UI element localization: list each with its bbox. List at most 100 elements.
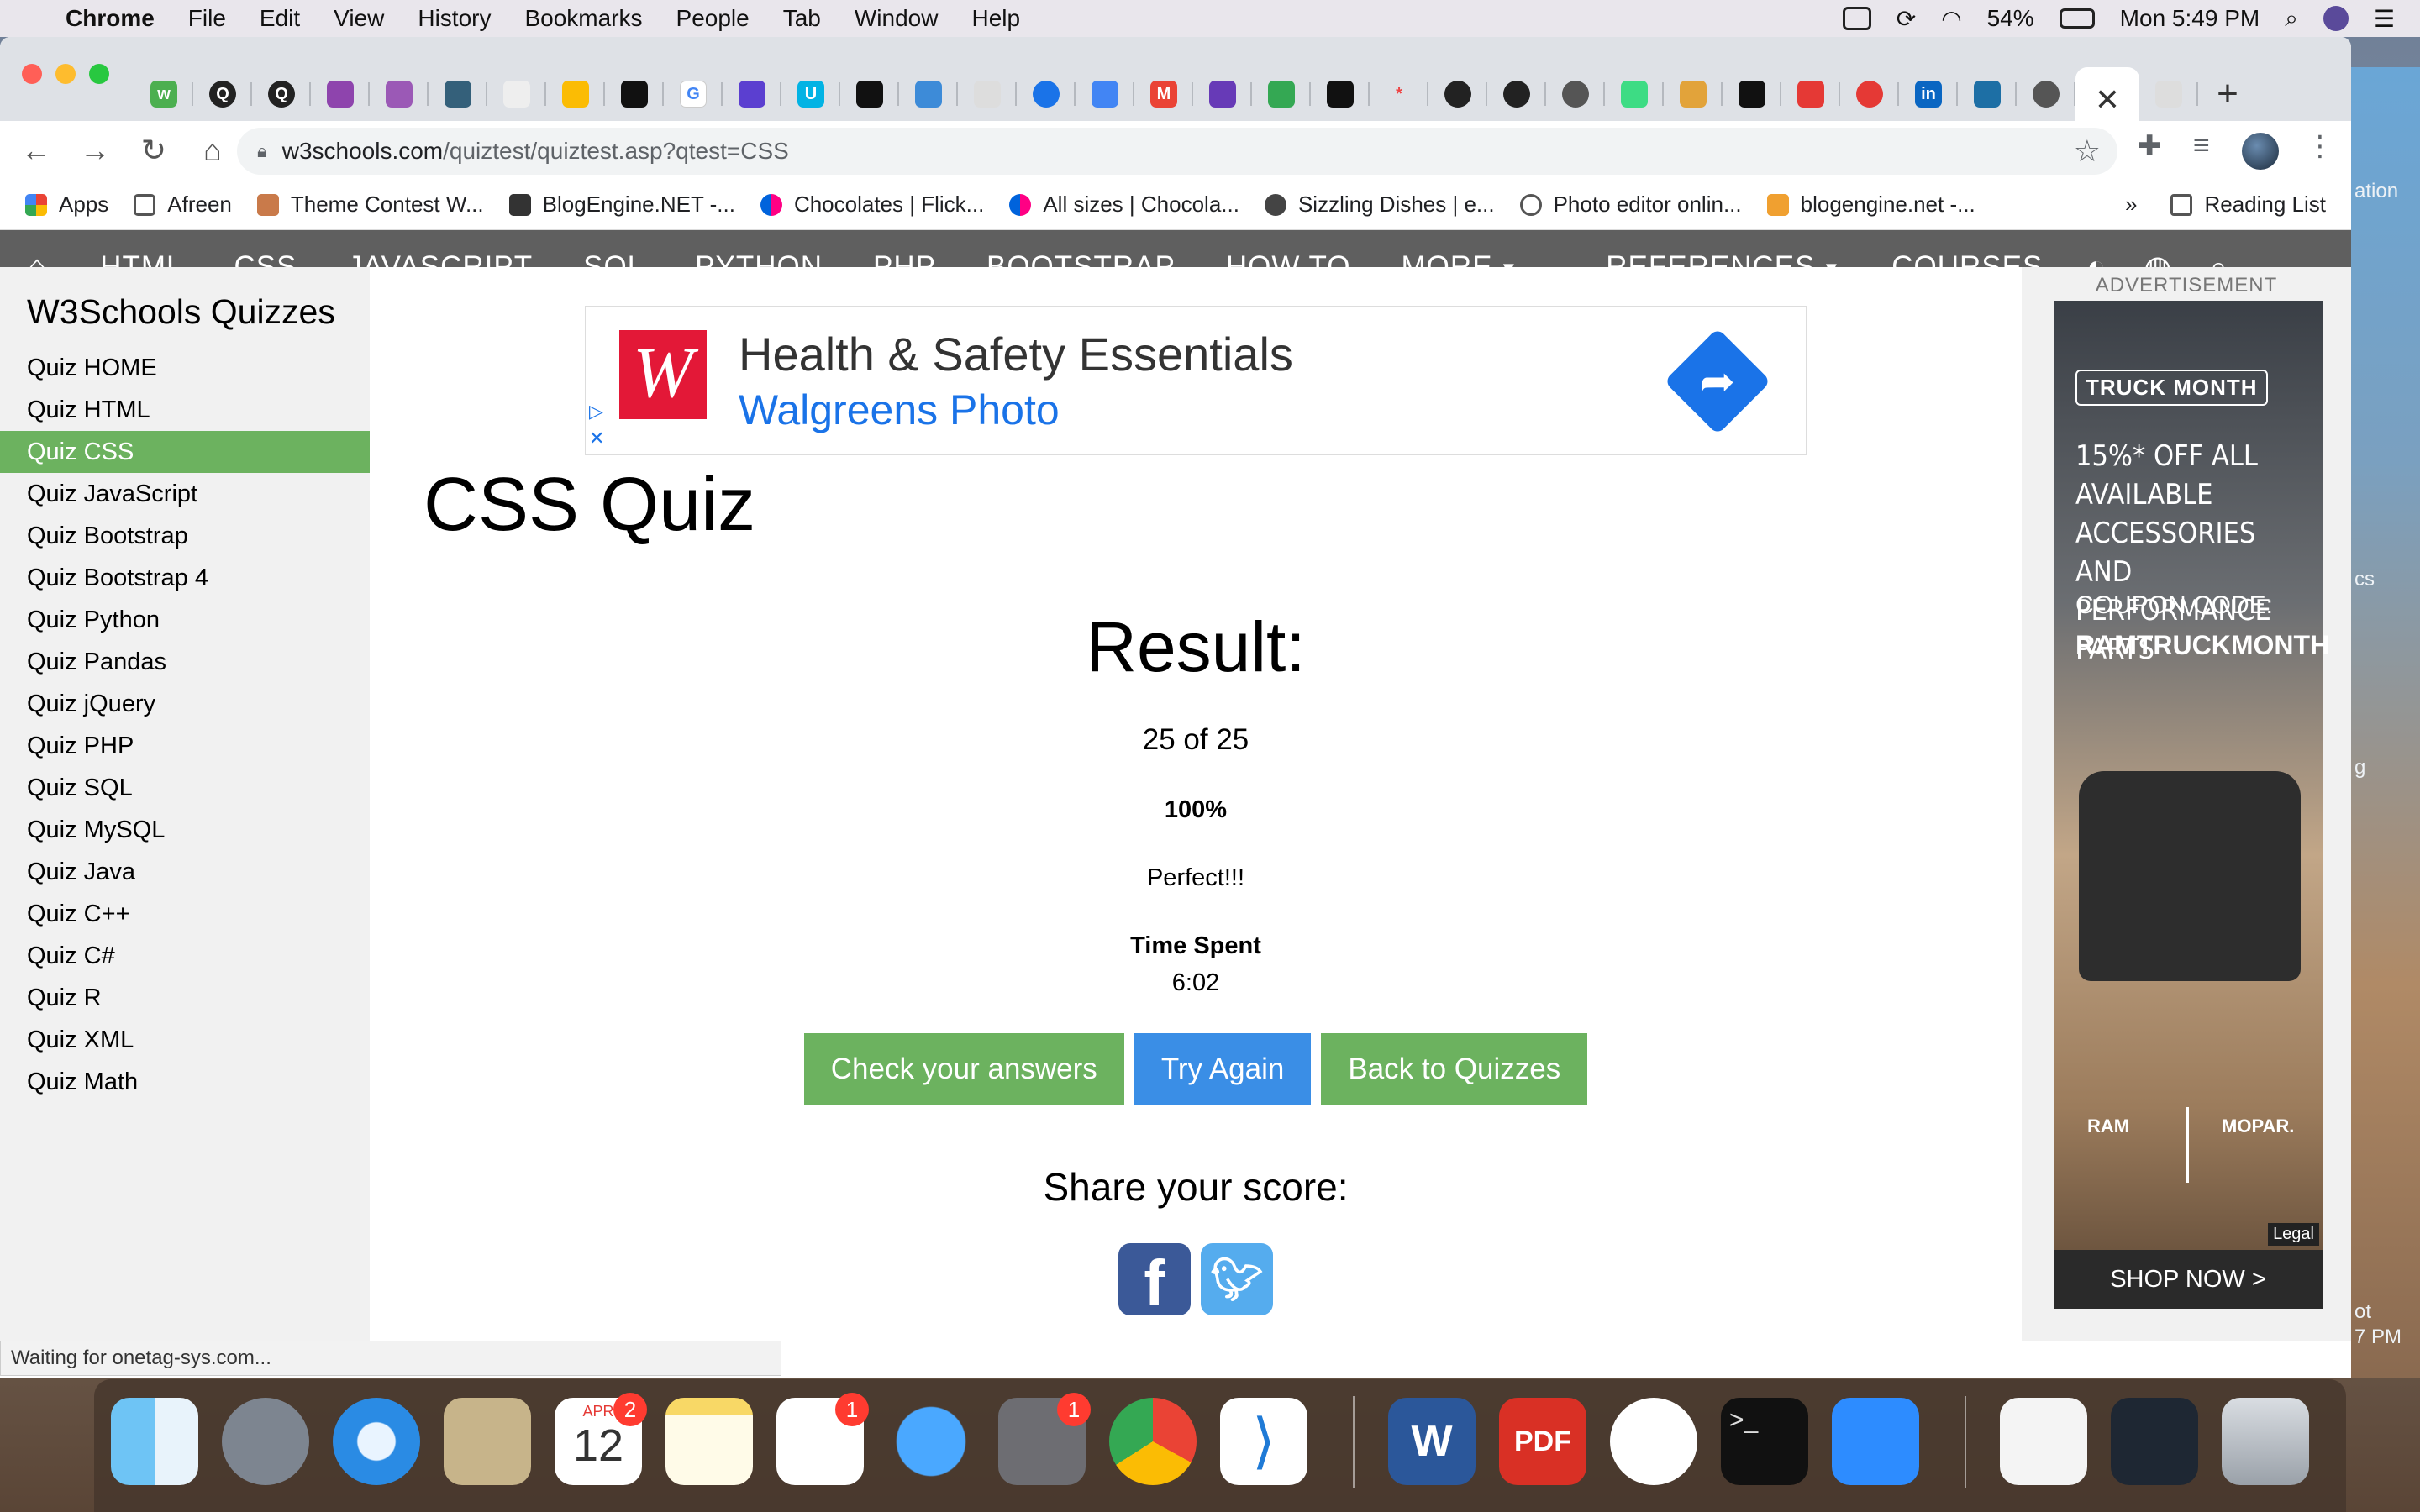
back-icon[interactable]: ← bbox=[7, 133, 66, 168]
zoom-window-button[interactable] bbox=[89, 64, 109, 84]
sidebar-item-quiz-pandas[interactable]: Quiz Pandas bbox=[0, 641, 370, 683]
tab[interactable]: in bbox=[1899, 67, 1958, 121]
tab[interactable] bbox=[1487, 67, 1546, 121]
tab[interactable] bbox=[1076, 67, 1134, 121]
tab[interactable] bbox=[1840, 67, 1899, 121]
notes-icon[interactable] bbox=[666, 1398, 753, 1485]
siri-icon[interactable] bbox=[2323, 6, 2349, 31]
system-preferences-icon[interactable]: 1 bbox=[998, 1393, 1091, 1485]
tab[interactable] bbox=[2017, 67, 2075, 121]
tab[interactable]: w bbox=[134, 67, 193, 121]
try-again-button[interactable]: Try Again bbox=[1134, 1033, 1312, 1105]
zoom-icon[interactable] bbox=[1832, 1398, 1919, 1485]
finder-icon[interactable] bbox=[111, 1398, 198, 1485]
bookmark[interactable]: blogengine.net -... bbox=[1766, 192, 1975, 218]
tab[interactable] bbox=[899, 67, 958, 121]
tab[interactable] bbox=[723, 67, 781, 121]
facebook-share-icon[interactable]: f bbox=[1118, 1243, 1191, 1319]
menu-file[interactable]: File bbox=[188, 5, 226, 32]
profile-avatar[interactable] bbox=[2242, 133, 2279, 170]
wifi-icon[interactable]: ◠ bbox=[1941, 5, 1961, 33]
document-thumbnail[interactable] bbox=[2000, 1398, 2087, 1485]
tab[interactable] bbox=[1723, 67, 1781, 121]
check-answers-button[interactable]: Check your answers bbox=[803, 1033, 1124, 1105]
bookmark-star-icon[interactable]: ☆ bbox=[2074, 134, 2101, 169]
tab[interactable] bbox=[429, 67, 487, 121]
lock-icon[interactable]: 🔒︎ bbox=[257, 140, 267, 162]
tab[interactable] bbox=[1193, 67, 1252, 121]
sync-status-icon[interactable]: ⟳ bbox=[1897, 5, 1916, 33]
sidebar-item-quiz-bootstrap-4[interactable]: Quiz Bootstrap 4 bbox=[0, 557, 370, 599]
terminal-icon[interactable]: >_ bbox=[1721, 1398, 1808, 1485]
tab[interactable]: Q bbox=[252, 67, 311, 121]
launchpad-icon[interactable] bbox=[222, 1398, 309, 1485]
tab[interactable] bbox=[546, 67, 605, 121]
menu-history[interactable]: History bbox=[418, 5, 491, 32]
menu-app-name[interactable]: Chrome bbox=[66, 5, 155, 32]
minimize-window-button[interactable] bbox=[55, 64, 76, 84]
sidebar-item-quiz-mysql[interactable]: Quiz MySQL bbox=[0, 809, 370, 851]
bookmark[interactable]: Sizzling Dishes | e... bbox=[1264, 192, 1495, 218]
tab[interactable] bbox=[1664, 67, 1723, 121]
sidebar-item-quiz-csharp[interactable]: Quiz C# bbox=[0, 935, 370, 977]
tab[interactable]: M bbox=[1134, 67, 1193, 121]
window-thumbnail[interactable] bbox=[2111, 1398, 2198, 1485]
media-control-icon[interactable]: ≡ bbox=[2193, 129, 2210, 162]
bookmark[interactable]: Photo editor onlin... bbox=[1519, 192, 1742, 218]
menu-bookmarks[interactable]: Bookmarks bbox=[524, 5, 642, 32]
battery-icon[interactable] bbox=[2059, 8, 2095, 29]
home-icon[interactable]: ⌂ bbox=[183, 133, 242, 168]
sidebar-item-quiz-sql[interactable]: Quiz SQL bbox=[0, 767, 370, 809]
tab[interactable] bbox=[605, 67, 664, 121]
shop-now-button[interactable]: SHOP NOW > bbox=[2054, 1250, 2323, 1309]
ram-truck-ad[interactable]: TRUCK MONTH 15%* OFF ALL AVAILABLE ACCES… bbox=[2054, 301, 2329, 1309]
sidebar-item-quiz-php[interactable]: Quiz PHP bbox=[0, 725, 370, 767]
menubar-clock[interactable]: Mon 5:49 PM bbox=[2120, 5, 2260, 32]
address-bar[interactable]: 🔒︎ w3schools.com/quiztest/quiztest.asp?q… bbox=[237, 128, 2118, 175]
sidebar-item-quiz-xml[interactable]: Quiz XML bbox=[0, 1019, 370, 1061]
mail-icon[interactable] bbox=[444, 1398, 531, 1485]
messages-icon[interactable] bbox=[887, 1398, 975, 1485]
tab[interactable]: U bbox=[781, 67, 840, 121]
sidebar-item-quiz-javascript[interactable]: Quiz JavaScript bbox=[0, 473, 370, 515]
tab[interactable]: G bbox=[664, 67, 723, 121]
sidebar-item-quiz-bootstrap[interactable]: Quiz Bootstrap bbox=[0, 515, 370, 557]
slack-icon[interactable] bbox=[1610, 1398, 1697, 1485]
sidebar-item-quiz-r[interactable]: Quiz R bbox=[0, 977, 370, 1019]
tab[interactable] bbox=[370, 67, 429, 121]
control-center-icon[interactable]: ☰ bbox=[2374, 5, 2395, 33]
bookmark[interactable]: Chocolates | Flick... bbox=[760, 192, 984, 218]
tab[interactable] bbox=[1311, 67, 1370, 121]
trash-icon[interactable] bbox=[2222, 1398, 2309, 1485]
sidebar-item-quiz-jquery[interactable]: Quiz jQuery bbox=[0, 683, 370, 725]
extensions-icon[interactable]: ✚ bbox=[2138, 129, 2162, 163]
forward-icon[interactable]: → bbox=[66, 133, 124, 168]
menu-people[interactable]: People bbox=[676, 5, 750, 32]
tab[interactable]: Q bbox=[193, 67, 252, 121]
chrome-menu-icon[interactable]: ⋮ bbox=[2306, 129, 2334, 163]
menu-edit[interactable]: Edit bbox=[260, 5, 300, 32]
menu-view[interactable]: View bbox=[334, 5, 384, 32]
bookmark-apps[interactable]: Apps bbox=[25, 192, 108, 218]
back-to-quizzes-button[interactable]: Back to Quizzes bbox=[1321, 1033, 1588, 1105]
sidebar-item-quiz-cpp[interactable]: Quiz C++ bbox=[0, 893, 370, 935]
bookmark-folder-afreen[interactable]: Afreen bbox=[134, 192, 232, 218]
tab[interactable] bbox=[1252, 67, 1311, 121]
tab[interactable] bbox=[958, 67, 1017, 121]
camera-status-icon[interactable] bbox=[1842, 7, 1871, 30]
bookmark[interactable]: BlogEngine.NET -... bbox=[508, 192, 735, 218]
adchoices-icon[interactable]: ▷ bbox=[589, 401, 603, 423]
tab[interactable] bbox=[311, 67, 370, 121]
tab[interactable] bbox=[487, 67, 546, 121]
menu-tab[interactable]: Tab bbox=[783, 5, 821, 32]
tab[interactable] bbox=[1428, 67, 1487, 121]
menu-help[interactable]: Help bbox=[971, 5, 1020, 32]
tab[interactable] bbox=[1546, 67, 1605, 121]
twitter-share-icon[interactable]: 🐦︎ bbox=[1201, 1243, 1273, 1315]
vscode-icon[interactable]: ⟩ bbox=[1220, 1398, 1307, 1485]
tab[interactable] bbox=[840, 67, 899, 121]
reload-icon[interactable]: ↻ bbox=[124, 133, 183, 168]
sidebar-item-quiz-java[interactable]: Quiz Java bbox=[0, 851, 370, 893]
tab[interactable] bbox=[1781, 67, 1840, 121]
ad-close-icon[interactable]: ✕ bbox=[589, 428, 604, 449]
